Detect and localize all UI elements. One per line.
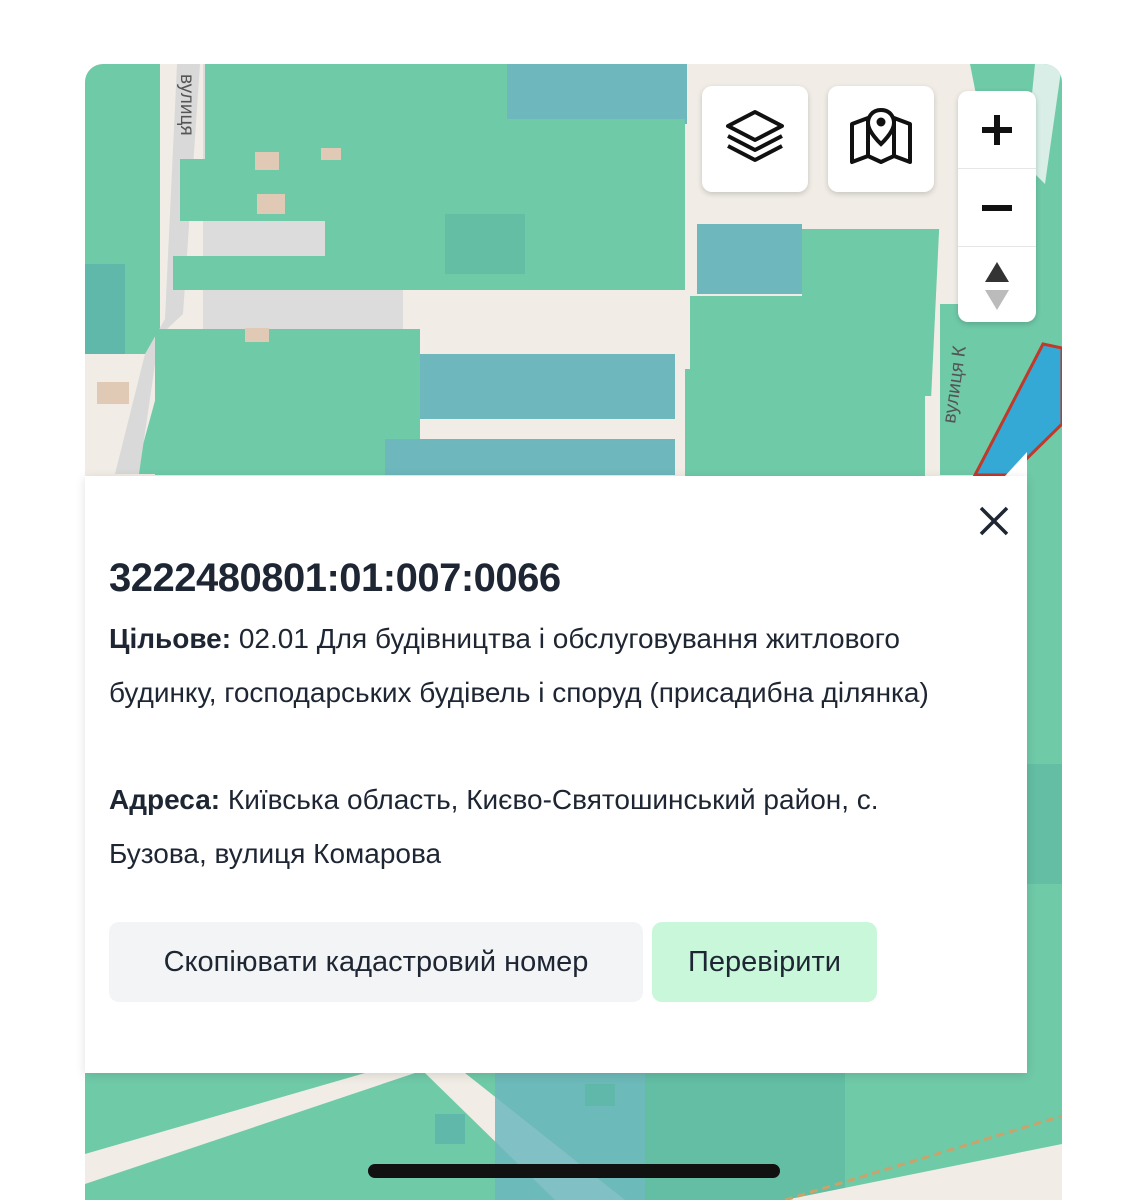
minus-icon — [982, 204, 1012, 211]
parcel[interactable] — [507, 64, 687, 124]
parcel[interactable] — [697, 224, 802, 294]
parcel[interactable] — [445, 214, 525, 274]
zoom-out-button[interactable] — [958, 169, 1036, 247]
building — [585, 1084, 615, 1106]
building — [245, 328, 269, 342]
address-info: Адреса: Київська область, Києво-Святошин… — [109, 773, 939, 881]
check-button[interactable]: Перевірити — [652, 922, 877, 1002]
address-label: Адреса: — [109, 784, 221, 815]
building — [255, 152, 279, 170]
map-type-button[interactable] — [828, 86, 934, 192]
cadastral-number: 3222480801:01:007:0066 — [109, 556, 561, 600]
address-value: Київська область, Києво-Святошинський ра… — [109, 784, 879, 869]
building — [257, 194, 285, 214]
compass-arrows-icon — [985, 261, 1009, 310]
parcel[interactable] — [385, 439, 675, 475]
zoom-controls — [958, 91, 1036, 322]
popup-pointer — [1005, 452, 1027, 476]
close-button[interactable] — [975, 502, 1013, 540]
building — [97, 382, 129, 404]
purpose-value: 02.01 Для будівництва і обслуговування ж… — [109, 623, 929, 708]
plus-icon — [982, 114, 1012, 145]
layers-icon — [724, 106, 786, 173]
purpose-info: Цільове: 02.01 Для будівництва і обслуго… — [109, 612, 939, 720]
map-pin-icon — [848, 106, 914, 173]
building — [321, 148, 341, 160]
home-indicator[interactable] — [368, 1164, 780, 1178]
parcel[interactable] — [495, 1073, 645, 1200]
parcel[interactable] — [685, 369, 925, 479]
parcel[interactable] — [155, 329, 420, 475]
copy-cadastral-button[interactable]: Скопіювати кадастровий номер — [109, 922, 643, 1002]
zoom-in-button[interactable] — [958, 91, 1036, 169]
parcel[interactable] — [420, 354, 675, 419]
parcel[interactable] — [85, 264, 125, 354]
compass-button[interactable] — [958, 247, 1036, 322]
purpose-label: Цільове: — [109, 623, 232, 654]
parcel[interactable] — [645, 1073, 845, 1200]
building — [435, 1114, 465, 1144]
street-label: вулиця — [176, 74, 197, 136]
parcel[interactable] — [1027, 764, 1062, 884]
layers-button[interactable] — [702, 86, 808, 192]
close-icon — [979, 506, 1009, 536]
parcel[interactable] — [173, 256, 685, 290]
